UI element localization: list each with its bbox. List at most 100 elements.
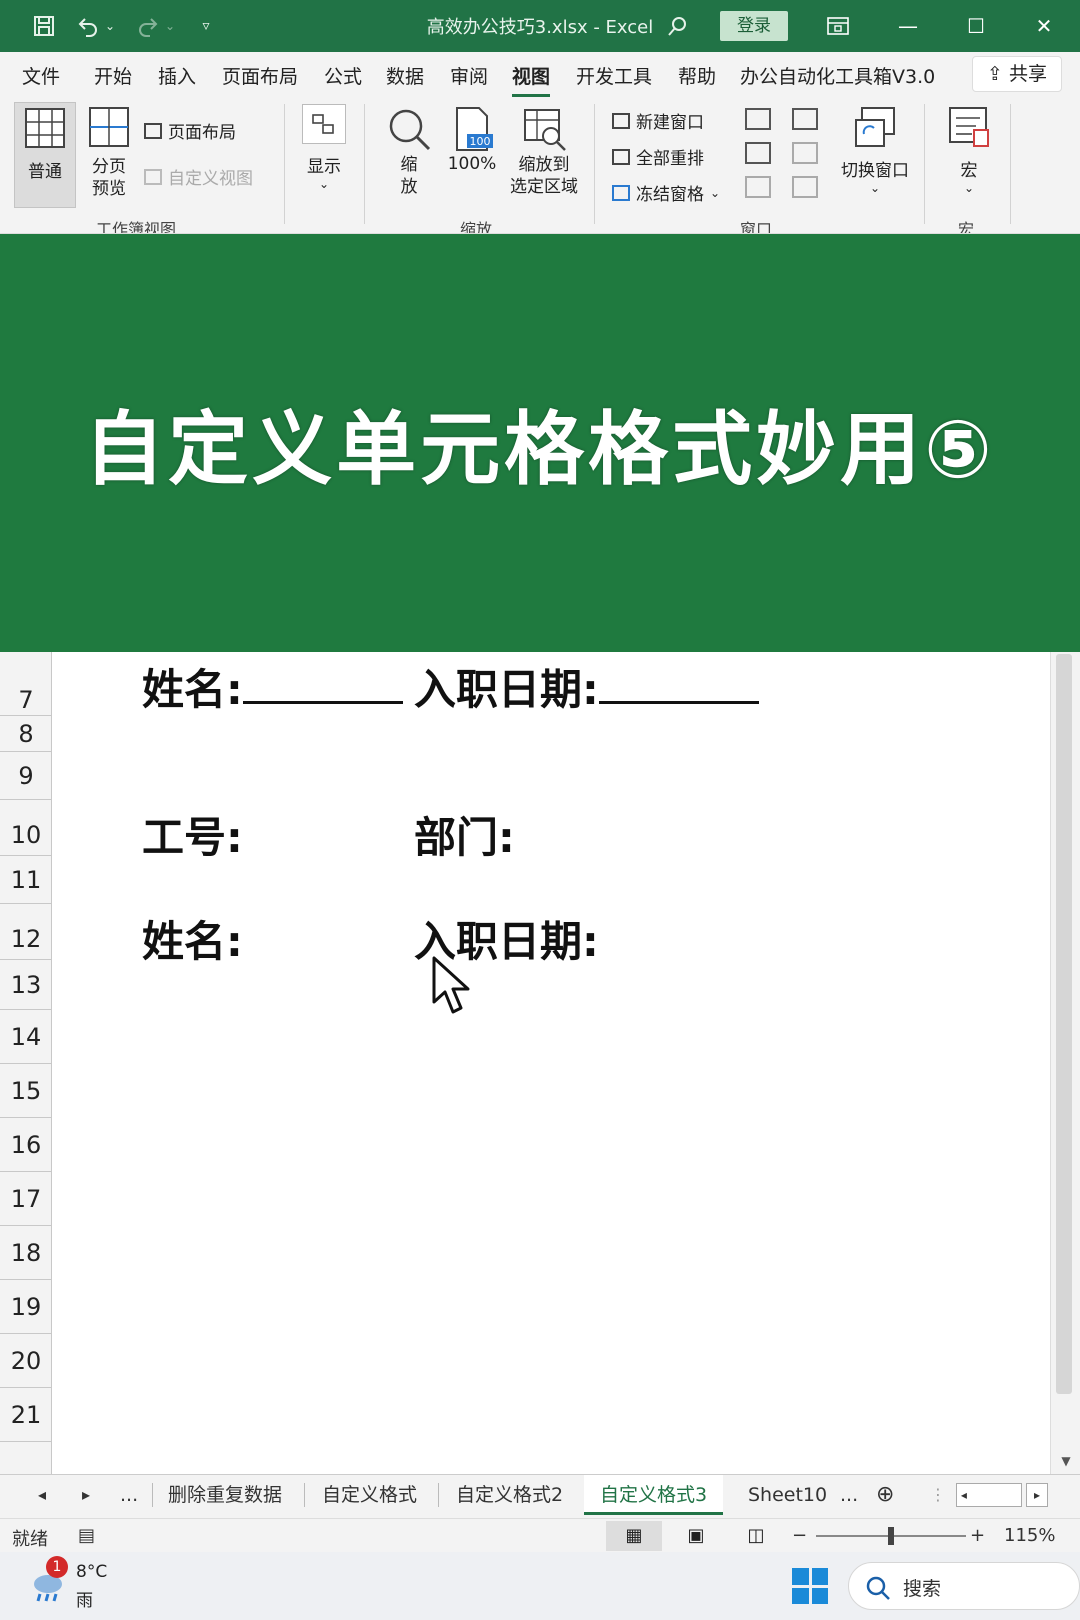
ribbon-display-icon[interactable] xyxy=(810,8,866,44)
row-number-19[interactable]: 19 xyxy=(0,1280,52,1334)
close-icon[interactable]: ✕ xyxy=(1016,8,1072,44)
synchronous-scrolling-icon[interactable] xyxy=(792,142,818,164)
weather-temperature[interactable]: 8°C xyxy=(76,1562,107,1582)
more-sheets-left[interactable]: ... xyxy=(120,1475,138,1515)
tab-file[interactable]: 文件 xyxy=(22,62,60,89)
share-button[interactable]: ⇪ 共享 xyxy=(972,56,1062,92)
tab-view[interactable]: 视图 xyxy=(512,62,551,97)
reset-window-position-icon[interactable] xyxy=(792,176,818,198)
undo-dropdown-icon[interactable]: ⌄ xyxy=(100,10,120,42)
macros-button[interactable]: 宏 ⌄ xyxy=(942,104,996,195)
page-layout-status-icon[interactable]: ▣ xyxy=(668,1521,724,1551)
minimize-icon[interactable]: — xyxy=(880,8,936,44)
switch-windows-button[interactable]: 切换窗口 ⌄ xyxy=(834,104,916,195)
cell-name-formatted[interactable]: 姓名: xyxy=(142,656,403,717)
save-icon[interactable] xyxy=(28,10,60,42)
sheet-tab-remove-duplicates[interactable]: 删除重复数据 xyxy=(168,1475,282,1515)
tab-review[interactable]: 审阅 xyxy=(450,62,488,89)
page-break-status-icon[interactable]: ◫ xyxy=(728,1521,784,1551)
new-window-button[interactable]: 新建窗口 xyxy=(612,108,704,133)
unhide-window-icon[interactable] xyxy=(745,176,771,198)
row-number-20[interactable]: 20 xyxy=(0,1334,52,1388)
login-button[interactable]: 登录 xyxy=(720,11,788,41)
row-number-12[interactable]: 12 xyxy=(0,904,52,960)
row-number-7[interactable]: 7 xyxy=(0,652,52,716)
cell-name[interactable]: 姓名: xyxy=(142,908,243,969)
redo-dropdown-icon[interactable]: ⌄ xyxy=(160,10,180,42)
customize-icon[interactable]: ▿ xyxy=(190,10,222,42)
tab-page-layout[interactable]: 页面布局 xyxy=(222,62,298,89)
switch-windows-label: 切换窗口 xyxy=(841,161,909,181)
zoom-button[interactable]: 缩放 xyxy=(382,106,436,198)
maximize-icon[interactable]: ☐ xyxy=(948,8,1004,44)
row-number-8[interactable]: 8 xyxy=(0,716,52,752)
accessibility-icon[interactable]: ▤ xyxy=(78,1525,95,1546)
more-sheets-right[interactable]: ... xyxy=(840,1475,858,1515)
row-number-16[interactable]: 16 xyxy=(0,1118,52,1172)
zoom-out-button[interactable]: − xyxy=(792,1525,807,1546)
tab-insert[interactable]: 插入 xyxy=(158,62,196,89)
page-break-preview-button[interactable]: 分页 预览 xyxy=(84,106,134,200)
row-number-17[interactable]: 17 xyxy=(0,1172,52,1226)
row-number-15[interactable]: 15 xyxy=(0,1064,52,1118)
row-number-18[interactable]: 18 xyxy=(0,1226,52,1280)
freeze-panes-dropdown-icon: ⌄ xyxy=(710,185,721,200)
tab-home[interactable]: 开始 xyxy=(94,62,132,89)
hide-window-icon[interactable] xyxy=(745,142,771,164)
sheet-tab-custom-format[interactable]: 自定义格式 xyxy=(322,1475,417,1515)
tab-data[interactable]: 数据 xyxy=(386,62,424,89)
row-number-9[interactable]: 9 xyxy=(0,752,52,800)
banner-title: 自定义单元格格式妙用⑤ xyxy=(84,403,996,496)
normal-view-label: 普通 xyxy=(28,162,62,182)
zoom-level[interactable]: 115% xyxy=(1004,1525,1055,1546)
sheet-tab-custom-format-3[interactable]: 自定义格式3 xyxy=(584,1475,724,1515)
tab-office-toolbox[interactable]: 办公自动化工具箱V3.0 xyxy=(740,62,935,89)
split-icon[interactable] xyxy=(745,108,771,130)
page-break-icon xyxy=(89,107,129,147)
sheet-tab-custom-format-2[interactable]: 自定义格式2 xyxy=(456,1475,563,1515)
worksheet[interactable]: 7 8 9 10 11 12 13 14 15 16 17 18 19 20 2… xyxy=(0,652,1080,1474)
show-button[interactable]: 显示 ⌄ xyxy=(298,104,350,191)
row-number-21[interactable]: 21 xyxy=(0,1388,52,1442)
vertical-scrollbar[interactable]: ▼ xyxy=(1050,652,1080,1474)
row-number-13[interactable]: 13 xyxy=(0,960,52,1010)
scroll-down-icon[interactable]: ▼ xyxy=(1051,1448,1080,1474)
zoom-to-selection-icon xyxy=(524,109,566,151)
row-number-14[interactable]: 14 xyxy=(0,1010,52,1064)
weather-condition[interactable]: 雨 xyxy=(76,1586,93,1611)
tab-developer[interactable]: 开发工具 xyxy=(576,62,652,89)
cell-hire-date-formatted[interactable]: 入职日期: xyxy=(414,656,759,717)
normal-view-button[interactable]: 普通 xyxy=(14,102,76,208)
row-number-10[interactable]: 10 xyxy=(0,800,52,856)
zoom-to-selection-button[interactable]: 缩放到 选定区域 xyxy=(504,106,584,198)
scrollbar-thumb[interactable] xyxy=(1056,654,1072,1394)
horizontal-scrollbar[interactable]: ◂ xyxy=(956,1483,1022,1507)
tab-formulas[interactable]: 公式 xyxy=(324,62,362,89)
row-header: 7 8 9 10 11 12 13 14 15 16 17 18 19 20 2… xyxy=(0,652,52,1474)
tab-help[interactable]: 帮助 xyxy=(678,62,716,89)
arrange-all-button[interactable]: 全部重排 xyxy=(612,144,704,169)
row-number-11[interactable]: 11 xyxy=(0,856,52,904)
sheet-tab-sheet10[interactable]: Sheet10 xyxy=(748,1475,827,1515)
zoom-in-button[interactable]: + xyxy=(970,1525,985,1546)
next-sheet-icon[interactable]: ▸ xyxy=(82,1475,90,1515)
zoom-slider-knob[interactable] xyxy=(888,1527,894,1545)
cell-employee-id[interactable]: 工号: xyxy=(142,804,243,865)
custom-views-label: 自定义视图 xyxy=(168,169,253,189)
zoom-100-button[interactable]: 100 100% xyxy=(446,106,498,174)
view-side-by-side-icon[interactable] xyxy=(792,108,818,130)
tab-divider xyxy=(152,1483,153,1507)
add-sheet-icon[interactable]: ⊕ xyxy=(876,1475,894,1515)
page-layout-view-button[interactable]: 页面布局 xyxy=(144,118,236,143)
prev-sheet-icon[interactable]: ◂ xyxy=(38,1475,46,1515)
windows-start-icon[interactable] xyxy=(792,1568,828,1604)
tab-split-handle-icon[interactable]: ⋮ xyxy=(930,1475,946,1515)
normal-view-status-icon[interactable]: ▦ xyxy=(606,1521,662,1551)
freeze-panes-label: 冻结窗格 xyxy=(636,185,704,205)
freeze-panes-button[interactable]: 冻结窗格 ⌄ xyxy=(612,180,720,205)
taskbar-search[interactable]: 搜索 xyxy=(848,1562,1080,1610)
scroll-right-icon[interactable]: ▸ xyxy=(1026,1483,1048,1507)
search-icon[interactable] xyxy=(662,10,694,42)
custom-views-button[interactable]: 自定义视图 xyxy=(144,164,253,189)
cell-department[interactable]: 部门: xyxy=(414,804,515,865)
